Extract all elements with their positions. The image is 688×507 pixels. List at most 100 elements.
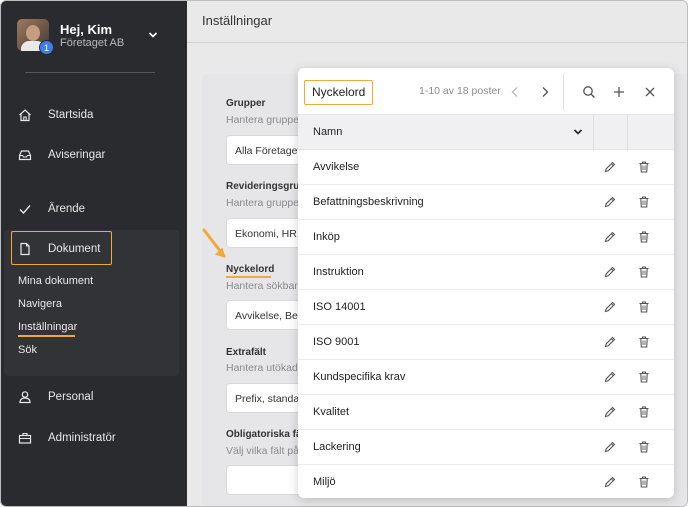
sidebar-item-administrator[interactable]: Administratör xyxy=(17,427,177,449)
table-row[interactable]: ISO 14001 xyxy=(298,290,674,325)
submenu-installningar[interactable]: Inställningar xyxy=(18,321,77,333)
keyword-name: Avvikelse xyxy=(313,161,360,173)
table-row[interactable]: Kvalitet xyxy=(298,395,674,430)
trash-icon[interactable] xyxy=(637,405,651,419)
chevron-left-icon xyxy=(511,87,518,97)
edit-icon[interactable] xyxy=(603,335,617,349)
trash-icon[interactable] xyxy=(637,440,651,454)
inbox-icon xyxy=(17,147,33,163)
edit-icon[interactable] xyxy=(603,475,617,489)
close-icon xyxy=(645,87,655,97)
table-row[interactable]: Avvikelse xyxy=(298,150,674,185)
section-title-grupper: Grupper xyxy=(226,98,266,109)
check-icon xyxy=(17,201,33,217)
sidebar-item-label: Dokument xyxy=(48,243,101,255)
table-row[interactable]: Befattningsbeskrivning xyxy=(298,185,674,220)
sidebar-divider xyxy=(25,72,155,73)
submenu-navigera[interactable]: Navigera xyxy=(18,298,62,310)
sort-down-icon[interactable] xyxy=(573,127,583,137)
section-desc-grupper: Hantera gruppe xyxy=(226,114,299,126)
keywords-popup: Nyckelord 1-10 av 18 poster Namn Avvikel… xyxy=(298,68,674,498)
section-desc-revideringsgrupp: Hantera gruppe xyxy=(226,197,299,209)
keyword-name: ISO 9001 xyxy=(313,336,360,348)
pointer-arrow-icon xyxy=(202,228,226,258)
trash-icon[interactable] xyxy=(637,300,651,314)
table-row[interactable]: Inköp xyxy=(298,220,674,255)
keyword-name: Kundspecifika krav xyxy=(313,371,406,383)
table-row[interactable]: Lackering xyxy=(298,430,674,465)
search-icon xyxy=(583,86,595,98)
keyword-name: Instruktion xyxy=(313,266,364,278)
sidebar-item-arende[interactable]: Ärende xyxy=(17,198,177,220)
sidebar-item-label: Aviseringar xyxy=(48,149,106,161)
chevron-down-icon[interactable] xyxy=(148,30,158,40)
toolbox-icon xyxy=(17,430,33,446)
sidebar-item-personal[interactable]: Personal xyxy=(17,386,177,408)
trash-icon[interactable] xyxy=(637,475,651,489)
trash-icon[interactable] xyxy=(637,160,651,174)
user-greeting: Hej, Kim xyxy=(60,22,113,37)
active-underline xyxy=(18,335,75,337)
toolbar-divider xyxy=(563,74,564,110)
main-header: Inställningar xyxy=(187,1,687,43)
edit-icon[interactable] xyxy=(603,405,617,419)
trash-icon[interactable] xyxy=(637,230,651,244)
table-row[interactable]: Miljö xyxy=(298,465,674,498)
edit-icon[interactable] xyxy=(603,265,617,279)
column-header-namn[interactable]: Namn xyxy=(313,126,342,138)
trash-icon[interactable] xyxy=(637,335,651,349)
user-company: Företaget AB xyxy=(60,37,125,49)
prev-page-button[interactable] xyxy=(505,82,525,102)
submenu-sok[interactable]: Sök xyxy=(18,344,37,356)
table-row[interactable]: Kundspecifika krav xyxy=(298,360,674,395)
table-row[interactable]: ISO 9001 xyxy=(298,325,674,360)
section-desc-extrafalt: Hantera utökad xyxy=(226,362,298,374)
document-icon xyxy=(17,241,33,257)
trash-icon[interactable] xyxy=(637,265,651,279)
keyword-name: Inköp xyxy=(313,231,340,243)
section-title-extrafalt: Extrafält xyxy=(226,347,267,358)
keyword-name: ISO 14001 xyxy=(313,301,366,313)
add-button[interactable] xyxy=(609,82,629,102)
table-row[interactable]: Instruktion xyxy=(298,255,674,290)
app-window: 1 Hej, Kim Företaget AB Startsida Aviser… xyxy=(0,0,688,507)
section-title-obligatoriska: Obligatoriska fält xyxy=(226,429,308,440)
notification-badge: 1 xyxy=(39,40,54,55)
edit-icon[interactable] xyxy=(603,370,617,384)
next-page-button[interactable] xyxy=(535,82,555,102)
sidebar-item-dokument[interactable]: Dokument xyxy=(17,238,177,260)
nyckelord-underline xyxy=(226,276,271,278)
sidebar-item-aviseringar[interactable]: Aviseringar xyxy=(17,144,177,166)
close-button[interactable] xyxy=(640,82,660,102)
record-count: 1-10 av 18 poster xyxy=(419,85,501,97)
edit-icon[interactable] xyxy=(603,300,617,314)
home-icon xyxy=(17,107,33,123)
edit-icon[interactable] xyxy=(603,160,617,174)
table-header: Namn xyxy=(298,114,674,151)
trash-icon[interactable] xyxy=(637,195,651,209)
edit-icon[interactable] xyxy=(603,195,617,209)
section-desc-nyckelord: Hantera sökbar xyxy=(226,280,298,292)
popup-title: Nyckelord xyxy=(304,80,374,105)
keyword-name: Lackering xyxy=(313,441,361,453)
keyword-name: Miljö xyxy=(313,476,336,488)
trash-icon[interactable] xyxy=(637,370,651,384)
chevron-right-icon xyxy=(542,87,549,97)
page-title: Inställningar xyxy=(202,13,273,28)
search-button[interactable] xyxy=(579,82,599,102)
edit-icon[interactable] xyxy=(603,440,617,454)
sidebar-item-startsida[interactable]: Startsida xyxy=(17,104,177,126)
user-profile[interactable]: 1 Hej, Kim Företaget AB xyxy=(17,19,177,59)
sidebar-item-label: Startsida xyxy=(48,109,94,121)
plus-icon xyxy=(614,87,624,97)
section-desc-obligatoriska: Välj vilka fält på xyxy=(226,445,299,457)
sidebar-item-label: Administratör xyxy=(48,432,116,444)
submenu-mina-dokument[interactable]: Mina dokument xyxy=(18,275,93,287)
person-icon xyxy=(17,389,33,405)
sidebar-item-label: Personal xyxy=(48,391,94,403)
sidebar: 1 Hej, Kim Företaget AB Startsida Aviser… xyxy=(1,1,187,506)
keyword-name: Kvalitet xyxy=(313,406,350,418)
sidebar-item-label: Ärende xyxy=(48,203,86,215)
edit-icon[interactable] xyxy=(603,230,617,244)
section-title-nyckelord[interactable]: Nyckelord xyxy=(226,264,274,275)
